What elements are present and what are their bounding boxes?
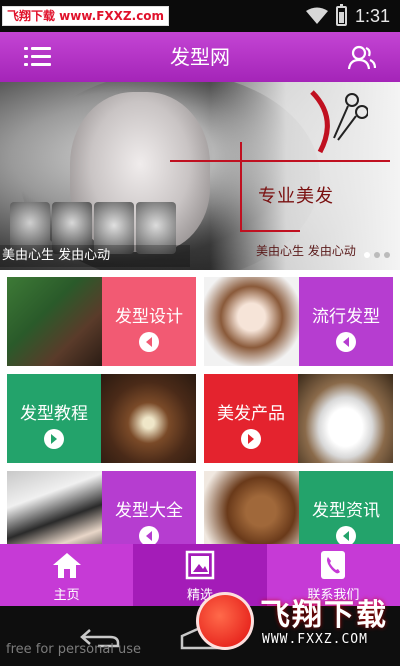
tile-label: 发型设计	[115, 307, 183, 327]
banner-slogan: 专业美发	[258, 186, 334, 207]
tile-photo	[7, 277, 102, 366]
slide-dot[interactable]	[384, 252, 390, 258]
tile-hair-design[interactable]: 发型设计	[7, 277, 196, 366]
status-clock: 1:31	[354, 5, 390, 26]
house-icon	[52, 553, 81, 578]
tile-label-box: 发型设计	[102, 277, 196, 366]
logo-circle-icon	[196, 592, 254, 650]
category-grid: 发型设计 流行发型 发型教程 美发产品 发型大全 发型资讯	[7, 277, 393, 560]
nav-item-home[interactable]: 主页	[0, 544, 133, 606]
page-title: 发型网	[170, 45, 230, 69]
tile-photo	[101, 374, 196, 463]
nav-label: 主页	[53, 588, 80, 603]
status-bar: 飞翔下载 www.FXXZ.com 1:31	[0, 0, 400, 32]
user-icon[interactable]	[348, 44, 376, 70]
red-line	[240, 142, 242, 232]
tile-label: 发型大全	[115, 501, 183, 521]
slide-indicator	[364, 252, 390, 258]
logo-text: 飞翔下载	[260, 598, 388, 633]
banner-subslogan: 美由心生 发由心动	[256, 244, 356, 258]
status-icons: 1:31	[305, 4, 390, 28]
red-line	[240, 230, 300, 232]
scissors-ribbon-icon	[310, 90, 368, 154]
arrow-left-icon	[139, 332, 159, 352]
arrow-left-icon	[336, 332, 356, 352]
app-header: 发型网	[0, 32, 400, 82]
arrow-right-icon	[241, 429, 261, 449]
wifi-icon	[305, 7, 328, 24]
menu-icon[interactable]	[24, 45, 52, 69]
arrow-right-icon	[44, 429, 64, 449]
phone-icon	[321, 551, 346, 579]
free-note: free for personal use	[6, 642, 142, 657]
arrow-left-icon	[139, 526, 159, 546]
tile-label-box: 发型教程	[7, 374, 101, 463]
banner-caption: 美由心生 发由心动	[0, 245, 190, 267]
banner-slider[interactable]: 专业美发 美由心生 发由心动 美由心生 发由心动	[0, 82, 400, 270]
tile-label-box: 美发产品	[204, 374, 298, 463]
arrow-left-icon	[336, 526, 356, 546]
tile-hair-tutorial[interactable]: 发型教程	[7, 374, 196, 463]
tile-photo	[298, 374, 393, 463]
watermark-top: 飞翔下载 www.FXXZ.com	[2, 6, 170, 26]
slide-dot[interactable]	[364, 252, 370, 258]
logo-url: WWW.FXXZ.COM	[262, 632, 368, 647]
tile-hair-products[interactable]: 美发产品	[204, 374, 393, 463]
tile-photo	[204, 277, 299, 366]
tile-label: 流行发型	[312, 307, 380, 327]
slide-dot[interactable]	[374, 252, 380, 258]
tile-label: 发型资讯	[312, 501, 380, 521]
tile-label: 发型教程	[20, 404, 88, 424]
red-line	[170, 160, 390, 162]
battery-icon	[335, 4, 347, 26]
tile-label-box: 流行发型	[299, 277, 393, 366]
picture-icon	[185, 550, 215, 580]
tile-popular-styles[interactable]: 流行发型	[204, 277, 393, 366]
logo-watermark: 飞翔下载 WWW.FXXZ.COM	[188, 584, 398, 660]
tile-label: 美发产品	[217, 404, 285, 424]
